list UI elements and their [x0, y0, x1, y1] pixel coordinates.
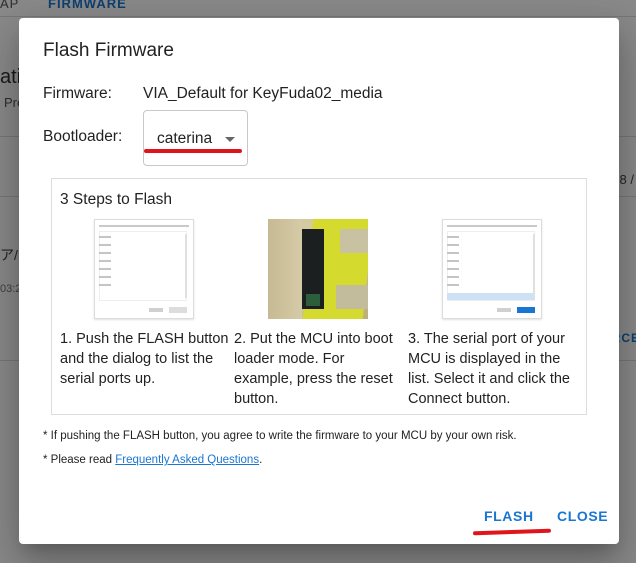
- firmware-label: Firmware:: [43, 85, 112, 102]
- dialog-title: Flash Firmware: [43, 40, 174, 61]
- flash-button[interactable]: FLASH: [484, 508, 534, 524]
- red-annotation-underline: [144, 149, 242, 153]
- faq-note: * Please read Frequently Asked Questions…: [43, 454, 262, 466]
- close-button[interactable]: CLOSE: [557, 508, 608, 524]
- red-annotation-underline-flash: [472, 528, 552, 536]
- faq-link[interactable]: Frequently Asked Questions: [115, 454, 259, 466]
- step3-screenshot-image: [442, 219, 542, 319]
- steps-panel: 3 Steps to Flash 1. Push the FLASH butto…: [51, 178, 587, 415]
- risk-note: * If pushing the FLASH button, you agree…: [43, 430, 517, 442]
- step3-text: 3. The serial port of your MCU is displa…: [408, 331, 570, 407]
- faq-note-suffix: .: [259, 454, 263, 466]
- steps-title: 3 Steps to Flash: [60, 191, 173, 208]
- step2-mcu-photo: [268, 219, 368, 319]
- step1-screenshot-image: [94, 219, 194, 319]
- flash-firmware-dialog: Flash Firmware Firmware: VIA_Default for…: [19, 18, 619, 544]
- step1-text: 1. Push the FLASH button and the dialog …: [60, 331, 229, 387]
- step2-text: 2. Put the MCU into boot loader mode. Fo…: [234, 331, 393, 407]
- bootloader-select[interactable]: caterina: [143, 110, 248, 166]
- dropdown-arrow-icon: [225, 137, 235, 142]
- faq-note-prefix: * Please read: [43, 454, 116, 466]
- bootloader-label: Bootloader:: [43, 128, 123, 145]
- firmware-value: VIA_Default for KeyFuda02_media: [143, 85, 383, 102]
- bootloader-selected-value: caterina: [157, 130, 213, 147]
